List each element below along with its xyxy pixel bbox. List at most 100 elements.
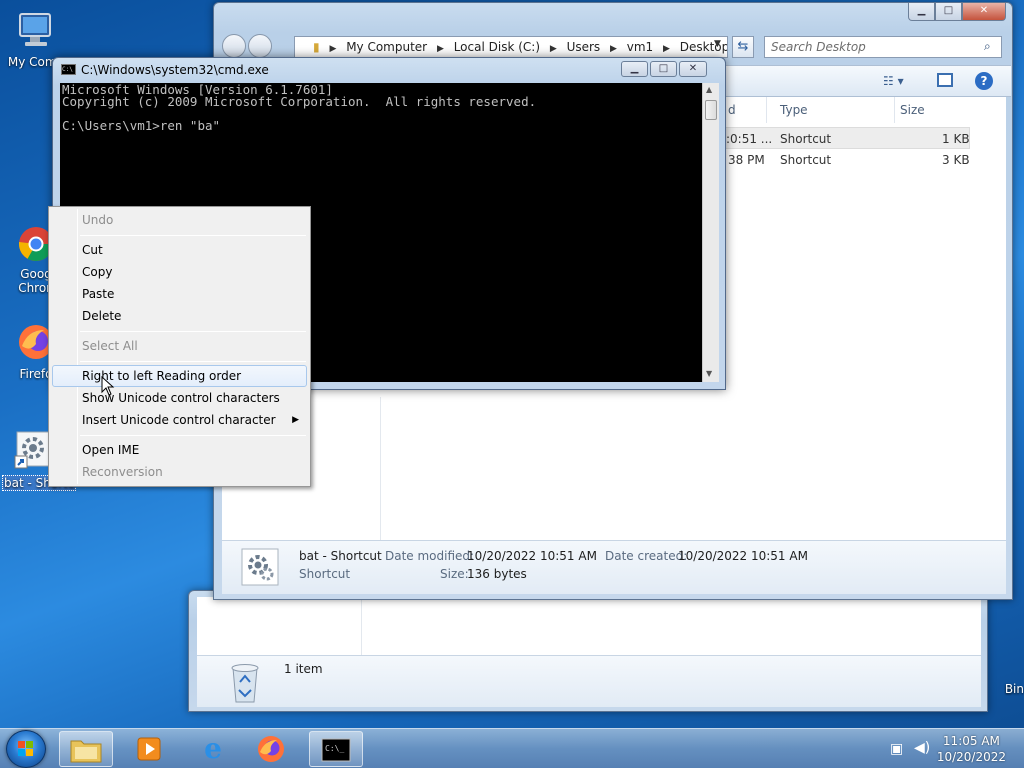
internet-explorer-icon: e [204,732,222,765]
details-file-name: bat - Shortcut [299,549,382,563]
chevron-right-icon: ▶ [329,44,337,54]
explorer-caption-buttons: ▁ □ ✕ [908,3,1006,21]
menu-item-label: Insert Unicode control character [82,413,276,427]
menu-separator [80,331,306,332]
taskbar-media-player-button[interactable] [122,731,176,767]
file-row-size: 3 KB [942,153,970,167]
volume-icon[interactable]: ◀) [914,740,930,756]
menu-separator [80,235,306,236]
breadcrumb-users[interactable]: Users [567,40,601,54]
computer-icon [19,13,51,46]
menu-item-show-unicode-control-characters[interactable]: Show Unicode control characters [52,387,307,409]
scroll-up-arrow-icon[interactable]: ▲ [706,85,712,94]
clock-date: 10/20/2022 [936,750,1006,764]
help-icon[interactable]: ? [975,72,993,90]
system-clock[interactable]: 11:05 AM 10/20/2022 [937,733,1006,765]
submenu-arrow-icon: ▶ [292,415,299,425]
search-input[interactable]: Search Desktop [764,36,1002,58]
taskbar: e C:\_ ▣ ◀) 11:05 AM 10/20/2022 [0,728,1024,768]
taskbar-firefox-button[interactable] [244,731,298,767]
recycle-bin-icon [231,664,259,703]
start-button[interactable] [6,730,46,768]
details-pane: bat - Shortcut Shortcut Date modified: 1… [222,540,1006,594]
maximize-button[interactable]: □ [650,61,677,77]
file-row-date: :0:51 ... [726,132,773,146]
menu-item-right-to-left-reading-order[interactable]: Right to left Reading order [52,365,307,387]
details-size-label: Size: [440,567,469,581]
menu-item-reconversion[interactable]: Reconversion [52,461,307,483]
preview-pane-button[interactable] [937,73,953,87]
column-divider [766,97,767,123]
svg-text:C:\_: C:\_ [325,744,344,753]
chevron-right-icon: ▶ [610,44,617,54]
settings-shortcut-icon [14,431,50,469]
desktop-icon-label: Bin [1004,682,1024,696]
close-button[interactable]: ✕ [962,3,1006,21]
chevron-right-icon: ▶ [663,44,670,54]
mouse-cursor-icon [101,376,115,396]
close-button[interactable]: ✕ [679,61,707,77]
cmd-app-icon: C:\ [61,64,76,75]
menu-item-paste[interactable]: Paste [52,283,307,305]
breadcrumb-local-disk[interactable]: Local Disk (C:) [454,40,540,54]
taskbar-internet-explorer-button[interactable]: e [186,731,240,767]
minimize-button[interactable]: ▁ [908,3,935,21]
folder-icon [70,740,102,763]
scroll-thumb[interactable] [705,100,717,120]
file-row-type: Shortcut [780,132,832,146]
address-dropdown-icon[interactable]: ▼ [714,39,721,49]
context-menu: Undo Cut Copy Paste Delete Select All Ri… [48,206,311,487]
cmd-caption-buttons: ▁ □ ✕ [621,61,707,77]
file-row-date: 38 PM [728,153,765,167]
menu-item-copy[interactable]: Copy [52,261,307,283]
details-size: 136 bytes [467,567,527,581]
cmd-window-title: C:\Windows\system32\cmd.exe [81,63,269,77]
menu-item-undo[interactable]: Undo [52,209,307,231]
scroll-down-arrow-icon[interactable]: ▼ [706,369,712,378]
forward-button[interactable] [248,34,272,58]
menu-item-open-ime[interactable]: Open IME [52,439,307,461]
settings-shortcut-icon [241,548,279,586]
taskbar-cmd-button[interactable]: C:\_ [309,731,363,767]
breadcrumb-my-computer[interactable]: My Computer [346,40,427,54]
column-header-date[interactable]: d [728,103,736,117]
details-date-created-label: Date created: [605,549,688,563]
column-divider [894,97,895,123]
details-date-created: 10/20/2022 10:51 AM [678,549,808,563]
menu-separator [80,361,306,362]
desktop-icon-recycle-bin[interactable]: Bin [984,632,1024,696]
pane-divider [361,597,362,655]
media-player-icon [137,737,161,761]
taskbar-explorer-button[interactable] [59,731,113,767]
details-file-kind: Shortcut [299,567,351,581]
network-icon[interactable]: ▣ [890,741,903,757]
search-icon: ⌕ [984,39,991,53]
recycle-bin-window: 1 item [188,590,988,712]
details-date-modified-label: Date modified: [385,549,475,563]
cmd-scrollbar[interactable]: ▲ ▼ [702,83,719,382]
minimize-button[interactable]: ▁ [621,61,648,77]
clock-time: 11:05 AM [942,734,1000,748]
menu-item-delete[interactable]: Delete [52,305,307,327]
file-row-type: Shortcut [780,153,832,167]
column-header-size[interactable]: Size [900,103,925,117]
recycle-details-bar: 1 item [197,655,981,707]
column-header-type[interactable]: Type [780,103,808,117]
back-button[interactable] [222,34,246,58]
maximize-button[interactable]: □ [935,3,962,21]
firefox-icon [258,736,284,762]
menu-separator [80,435,306,436]
address-bar[interactable]: ▮ ▶ My Computer ▶ Local Disk (C:) ▶ User… [294,36,728,58]
recycle-content-pane [197,597,981,655]
menu-item-select-all[interactable]: Select All [52,335,307,357]
menu-item-insert-unicode-control-character[interactable]: Insert Unicode control character ▶ [52,409,307,431]
command-prompt-icon: C:\_ [321,738,351,762]
folder-icon: ▮ [313,40,320,54]
view-options-button[interactable]: ☷ ▾ [883,74,904,88]
chevron-right-icon: ▶ [549,44,557,54]
recycle-status-text: 1 item [284,662,323,676]
nav-pane-divider [380,397,381,540]
breadcrumb-vm1[interactable]: vm1 [627,40,653,54]
refresh-button[interactable]: ⇆ [732,36,754,58]
menu-item-cut[interactable]: Cut [52,239,307,261]
